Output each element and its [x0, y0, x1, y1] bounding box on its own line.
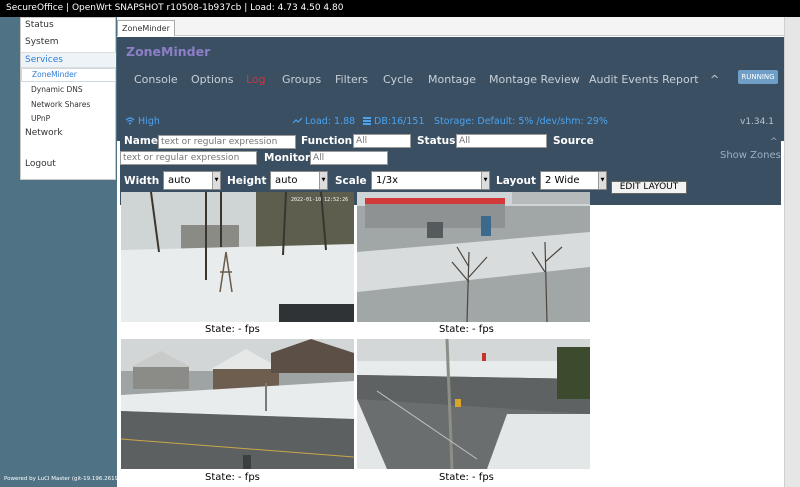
- collapse-filters-icon[interactable]: ^: [770, 137, 778, 147]
- width-select[interactable]: auto ▼: [163, 171, 221, 190]
- camera-feed-2[interactable]: [357, 192, 590, 322]
- camera-feed-4[interactable]: [357, 339, 590, 469]
- camera-image-gas-station: [357, 192, 590, 322]
- name-label: Name: [124, 135, 158, 147]
- status-label: Status: [417, 135, 456, 147]
- tab-zoneminder[interactable]: ZoneMinder: [117, 20, 175, 36]
- status-filter-input[interactable]: [456, 134, 547, 148]
- function-label: Function: [301, 135, 353, 147]
- camera-image-street: [121, 339, 354, 469]
- vertical-scrollbar[interactable]: [784, 17, 800, 487]
- chevron-down-icon: ▼: [481, 172, 489, 189]
- sidebar-item-network[interactable]: Network: [21, 128, 116, 138]
- wifi-icon: [125, 116, 138, 127]
- camera-1-state: State: - fps: [205, 324, 260, 335]
- show-zones-link[interactable]: Show Zones: [720, 150, 781, 161]
- sidebar-item-status[interactable]: Status: [21, 20, 116, 30]
- camera-3-state: State: - fps: [205, 472, 260, 483]
- main-content: ZoneMinder ZoneMinder Console Options Lo…: [117, 17, 784, 487]
- edit-layout-button[interactable]: EDIT LAYOUT: [611, 181, 687, 194]
- nav-options[interactable]: Options: [191, 73, 233, 86]
- zm-brand[interactable]: ZoneMinder: [126, 44, 210, 59]
- layout-select[interactable]: 2 Wide ▼: [540, 171, 607, 190]
- source-label: Source: [553, 135, 594, 147]
- chevron-down-icon: ▼: [319, 172, 327, 189]
- db-indicator: DB:16/151: [363, 116, 425, 127]
- monitor-filter-input[interactable]: [310, 151, 388, 165]
- function-filter-input[interactable]: [353, 134, 411, 148]
- zm-navbar: ZoneMinder Console Options Log Groups Fi…: [117, 37, 784, 141]
- height-value: auto: [275, 175, 298, 186]
- nav-filters[interactable]: Filters: [335, 73, 368, 86]
- chevron-down-icon: ▼: [212, 172, 220, 189]
- nav-log[interactable]: Log: [246, 73, 266, 86]
- version-label: v1.34.1: [740, 117, 774, 127]
- storage-indicator: Storage: Default: 5% /dev/shm: 29%: [434, 116, 608, 127]
- nav-collapse-icon[interactable]: ^: [710, 73, 719, 86]
- bandwidth-label: High: [138, 116, 160, 127]
- nav-montage[interactable]: Montage: [428, 73, 476, 86]
- load-label: Load: 1.88: [305, 116, 356, 127]
- tab-bar: ZoneMinder: [117, 17, 784, 36]
- source-filter-input[interactable]: [120, 151, 257, 165]
- sidebar-item-services[interactable]: Services: [21, 52, 116, 68]
- camera-1-timestamp: 2022-01-10 12:52:26: [291, 197, 348, 203]
- database-icon: [363, 116, 374, 127]
- top-status-bar: SecureOffice | OpenWrt SNAPSHOT r10508-1…: [0, 0, 800, 17]
- scale-label: Scale: [335, 175, 367, 187]
- scale-select[interactable]: 1/3x ▼: [371, 171, 490, 190]
- nav-groups[interactable]: Groups: [282, 73, 321, 86]
- sidebar-subitem-network-shares[interactable]: Network Shares: [21, 100, 116, 109]
- nav-montage-review[interactable]: Montage Review: [489, 73, 580, 86]
- trend-icon: [292, 116, 305, 127]
- camera-feed-3[interactable]: [121, 339, 354, 469]
- load-indicator: Load: 1.88: [292, 116, 356, 127]
- sidebar-item-system[interactable]: System: [21, 37, 116, 47]
- sidebar-subitem-zoneminder[interactable]: ZoneMinder: [21, 68, 116, 82]
- camera-image-backyard: 2022-01-10 12:52:26: [121, 192, 354, 322]
- width-value: auto: [168, 175, 191, 186]
- height-label: Height: [227, 175, 267, 187]
- width-label: Width: [124, 175, 160, 187]
- camera-2-state: State: - fps: [439, 324, 494, 335]
- bandwidth-indicator[interactable]: High: [125, 116, 160, 127]
- height-select[interactable]: auto ▼: [270, 171, 328, 190]
- layout-value: 2 Wide: [545, 175, 580, 186]
- camera-image-intersection: [357, 339, 590, 469]
- running-status-button[interactable]: RUNNING: [738, 70, 778, 84]
- luci-footer: Powered by LuCI Master (git-19.196.26199…: [4, 476, 124, 482]
- camera-4-state: State: - fps: [439, 472, 494, 483]
- nav-cycle[interactable]: Cycle: [383, 73, 413, 86]
- db-label: DB:16/151: [374, 116, 425, 127]
- nav-audit-events-report[interactable]: Audit Events Report: [589, 73, 699, 86]
- sidebar-item-logout[interactable]: Logout: [21, 159, 116, 169]
- camera-feed-1[interactable]: 2022-01-10 12:52:26: [121, 192, 354, 322]
- sidebar-subitem-dynamic-dns[interactable]: Dynamic DNS: [21, 85, 116, 94]
- nav-console[interactable]: Console: [134, 73, 178, 86]
- sidebar-subitem-upnp[interactable]: UPnP: [21, 114, 116, 123]
- layout-label: Layout: [496, 175, 537, 187]
- monitor-label: Monitor: [264, 152, 311, 164]
- scale-value: 1/3x: [376, 175, 399, 186]
- sidebar: Status System Services ZoneMinder Dynami…: [20, 17, 116, 180]
- name-filter-input[interactable]: [158, 135, 296, 149]
- chevron-down-icon: ▼: [598, 172, 606, 189]
